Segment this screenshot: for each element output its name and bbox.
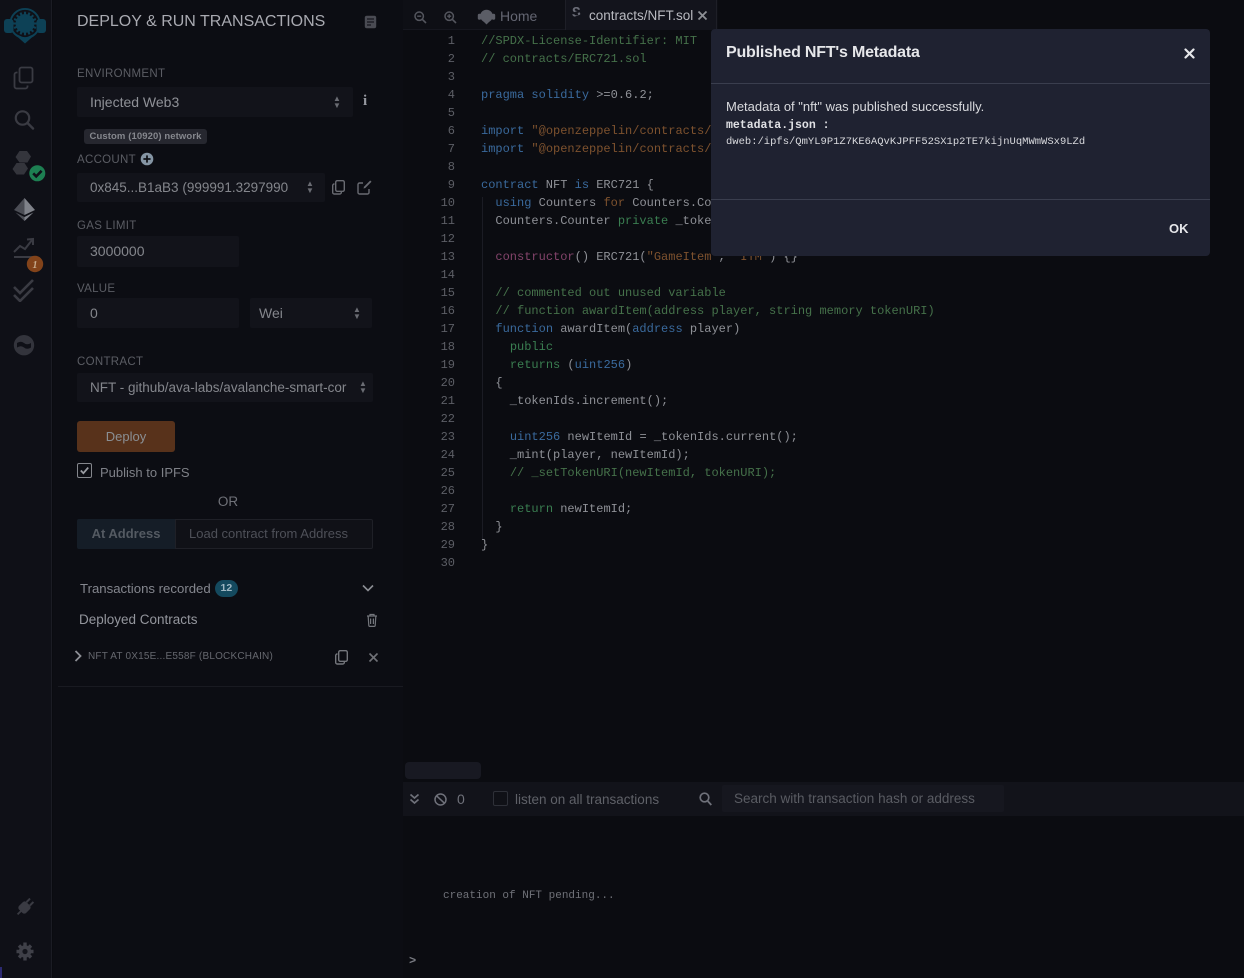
svg-text:1: 1 xyxy=(33,260,38,271)
